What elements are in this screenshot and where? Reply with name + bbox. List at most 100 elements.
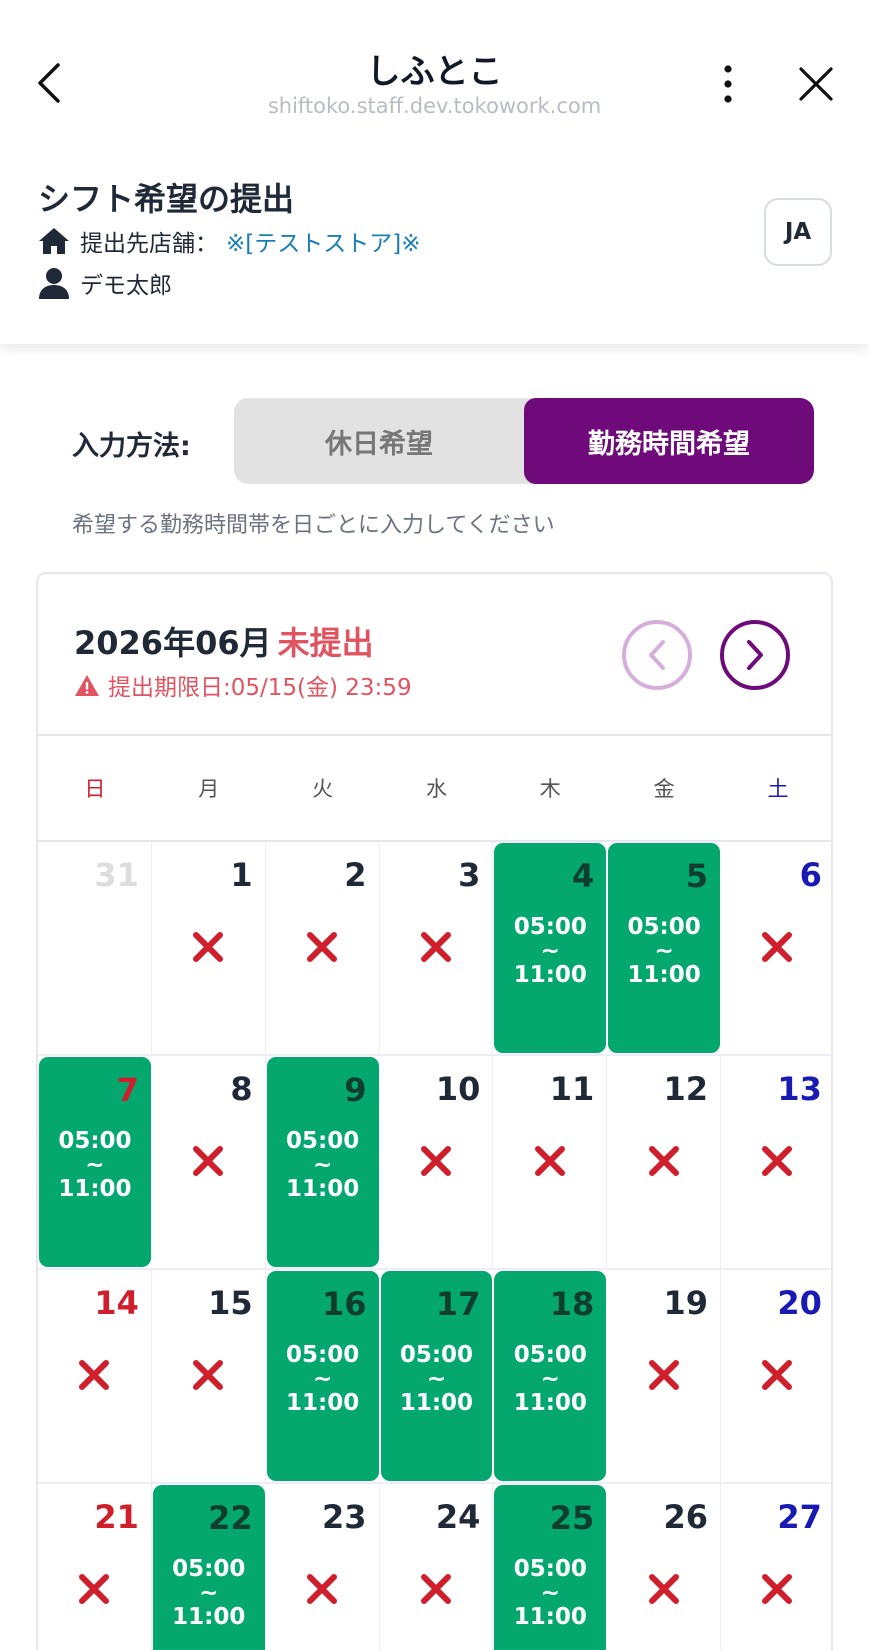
calendar-day-cell[interactable]: 11 [493,1056,608,1268]
day-number: 26 [663,1498,709,1536]
day-number: 8 [230,1070,253,1108]
calendar-day-cell[interactable]: 1 [151,842,266,1054]
day-number: 14 [94,1284,139,1322]
weekday-label: 土 [767,777,789,801]
calendar-day-cell[interactable]: 23 [265,1484,380,1650]
time-end: 11:00 [513,962,587,988]
time-sep: ~ [199,1580,219,1606]
user-icon [39,268,69,299]
calendar-day-cell[interactable]: 10 [379,1056,494,1268]
day-off-x-icon [721,930,831,964]
more-button[interactable] [710,60,746,108]
calendar-day-cell[interactable]: 13 [721,1056,831,1268]
time-end: 11:00 [172,1604,246,1630]
work-time-range: 05:00 ~11:00 [494,1557,606,1629]
next-month-button[interactable] [720,620,790,690]
calendar-day-cell[interactable]: 16 05:00 ~11:00 [265,1270,380,1482]
calendar-day-cell[interactable]: 2 [265,842,380,1054]
time-start: 05:00 [58,1128,132,1154]
store-name-link[interactable]: ※[テストストア]※ [226,224,421,258]
submission-status: 未提出 [277,624,374,662]
calendar-day-cell[interactable]: 7 05:00 ~11:00 [38,1056,152,1268]
day-off-x-icon [266,930,379,964]
day-number: 10 [435,1070,481,1108]
day-off-x-icon [152,1144,265,1178]
day-off-x-icon [152,1358,265,1392]
calendar-day-cell[interactable]: 25 05:00 ~11:00 [493,1484,608,1650]
calendar-day-cell[interactable]: 8 [151,1056,266,1268]
weekday-label: 木 [539,777,561,801]
calendar-day-cell[interactable]: 19 [607,1270,722,1482]
day-off-x-icon [721,1358,831,1392]
deadline-row: 提出期限日:05/15(金) 23:59 [74,668,412,702]
weekday-label: 金 [653,777,675,801]
weekday-label: 水 [425,777,447,801]
day-off-x-icon [493,1144,606,1178]
time-end: 11:00 [286,1390,360,1416]
day-number: 25 [549,1499,595,1537]
day-off-x-icon [607,1358,720,1392]
time-sep: ~ [540,1366,560,1392]
calendar-day-cell[interactable]: 21 [38,1484,152,1650]
calendar-day-cell[interactable]: 17 05:00 ~11:00 [379,1270,494,1482]
calendar-day-cell[interactable]: 3 [379,842,494,1054]
calendar-day-cell[interactable]: 12 [607,1056,722,1268]
chevron-right-icon [747,640,763,670]
day-off-x-icon [38,1572,151,1606]
work-hours-request-tab[interactable]: 勤務時間希望 [524,398,814,484]
time-sep: ~ [312,1366,333,1392]
time-end: 11:00 [58,1176,132,1202]
calendar-week: 21 22 05:00 ~11:00 23 24 25 05:00 ~11:00 26 27 [38,1484,831,1650]
day-number: 31 [94,856,139,894]
calendar-day-cell[interactable]: 22 05:00 ~11:00 [151,1484,266,1650]
day-number: 6 [799,856,822,894]
calendar-day-cell[interactable]: 6 [721,842,831,1054]
weekday-header: 日月火水木金土 [38,736,831,842]
work-time-range: 05:00 ~11:00 [608,915,720,987]
day-off-x-icon [38,1358,151,1392]
calendar-day-cell[interactable]: 4 05:00 ~11:00 [493,842,608,1054]
calendar-day-cell[interactable]: 15 [151,1270,266,1482]
time-sep: ~ [540,1580,560,1606]
day-number: 24 [435,1498,481,1536]
prev-month-button[interactable] [622,620,692,690]
day-number: 4 [571,857,595,895]
holiday-request-tab[interactable]: 休日希望 [234,398,524,484]
calendar-day-cell[interactable]: 24 [379,1484,494,1650]
calendar-day-cell[interactable]: 26 [607,1484,722,1650]
work-time-range: 05:00 ~11:00 [381,1343,493,1415]
day-number: 1 [230,856,253,894]
work-time-range: 05:00 ~11:00 [39,1129,151,1201]
day-number: 7 [116,1071,139,1109]
calendar-day-cell[interactable]: 14 [38,1270,152,1482]
time-end: 11:00 [627,962,701,988]
time-end: 11:00 [513,1604,587,1630]
work-time-range: 05:00 ~11:00 [494,1343,606,1415]
time-sep: ~ [85,1152,105,1178]
work-time-range: 05:00 ~11:00 [267,1129,379,1201]
day-number: 12 [663,1070,709,1108]
time-start: 05:00 [286,1342,360,1368]
language-button[interactable]: JA [764,198,832,266]
close-button[interactable] [792,60,840,108]
day-off-x-icon [266,1572,379,1606]
day-number: 20 [777,1284,822,1322]
top-bar: しふとこ shiftoko.staff.dev.tokowork.com [0,0,869,150]
day-number: 21 [94,1498,139,1536]
store-label: 提出先店舗： [80,231,218,257]
input-hint: 希望する勤務時間帯を日ごとに入力してください [72,513,555,538]
calendar-day-cell[interactable]: 20 [721,1270,831,1482]
day-number: 2 [344,856,367,894]
calendar-day-cell[interactable]: 31 [38,842,152,1054]
day-number: 3 [458,856,481,894]
calendar-day-cell[interactable]: 5 05:00 ~11:00 [607,842,722,1054]
weekday-label: 月 [198,777,220,801]
calendar-day-cell[interactable]: 9 05:00 ~11:00 [265,1056,380,1268]
day-number: 23 [322,1498,367,1536]
day-off-x-icon [721,1572,831,1606]
page-title: シフト希望の提出 [38,180,295,218]
calendar-day-cell[interactable]: 18 05:00 ~11:00 [493,1270,608,1482]
day-number: 18 [549,1285,595,1323]
more-vertical-icon [724,65,732,103]
calendar-day-cell[interactable]: 27 [721,1484,831,1650]
